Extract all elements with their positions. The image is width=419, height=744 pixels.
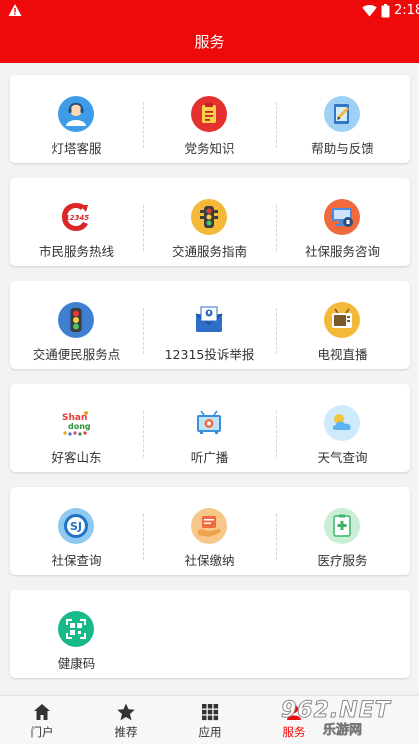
service-label: 12315投诉举报 <box>164 347 255 362</box>
service-label: 党务知识 <box>184 141 235 156</box>
tab-apps[interactable]: 应用 <box>168 696 252 744</box>
party-knowledge-icon <box>191 96 227 132</box>
divider <box>276 411 277 457</box>
watermark-subtext: 乐游网 <box>323 723 363 739</box>
divider <box>276 514 277 560</box>
service-label: 帮助与反馈 <box>311 141 374 156</box>
service-label: 医疗服务 <box>317 553 368 568</box>
hotline-12345-icon: 12345 <box>58 199 94 235</box>
service-item-listen-radio[interactable]: 听广播 <box>143 384 276 472</box>
watermark-logo: 962.NET 乐游网 <box>281 698 415 742</box>
service-card: Shan dong 好客山东 听广播 天气查询 <box>10 384 410 472</box>
traffic-light-icon <box>191 199 227 235</box>
social-security-query-icon: SJ <box>58 508 94 544</box>
service-item-traffic-service-point[interactable]: 交通便民服务点 <box>10 281 143 369</box>
health-code-icon <box>58 611 94 647</box>
service-item-social-security-query[interactable]: SJ 社保查询 <box>10 487 143 575</box>
divider <box>143 514 144 560</box>
svg-text:12345: 12345 <box>65 214 89 222</box>
grid-icon <box>202 704 219 721</box>
service-card: 灯塔客服 党务知识 帮助与反馈 <box>10 75 410 163</box>
customer-service-icon <box>58 96 94 132</box>
service-item-health-code[interactable]: 健康码 <box>10 590 143 678</box>
watermark-text: 962.NET <box>281 698 391 724</box>
service-item-citizen-hotline[interactable]: 12345 市民服务热线 <box>10 178 143 266</box>
service-label: 社保查询 <box>51 553 102 568</box>
service-label: 社保服务咨询 <box>304 244 380 259</box>
service-card: 交通便民服务点 12315投诉举报 电视直播 <box>10 281 410 369</box>
service-label: 交通服务指南 <box>171 244 247 259</box>
divider <box>143 205 144 251</box>
status-time: 2:18 <box>394 3 419 18</box>
warning-icon <box>8 4 22 16</box>
wifi-icon <box>362 5 377 17</box>
help-feedback-icon <box>324 96 360 132</box>
service-item-social-security-consult[interactable]: 社保服务咨询 <box>276 178 409 266</box>
services-list: 灯塔客服 党务知识 帮助与反馈 12345 市民服务热线 交通服务指南 社保服务… <box>0 63 419 695</box>
complaint-envelope-icon <box>191 302 227 338</box>
radio-icon <box>191 405 227 441</box>
service-item-tv-live[interactable]: 电视直播 <box>276 281 409 369</box>
divider <box>143 411 144 457</box>
service-item-hospitable-shandong[interactable]: Shan dong 好客山东 <box>10 384 143 472</box>
service-label: 健康码 <box>57 656 96 671</box>
weather-icon <box>324 405 360 441</box>
service-label: 听广播 <box>190 450 229 465</box>
divider <box>276 205 277 251</box>
service-label: 灯塔客服 <box>51 141 102 156</box>
divider <box>276 308 277 354</box>
medical-service-icon <box>324 508 360 544</box>
service-item-weather[interactable]: 天气查询 <box>276 384 409 472</box>
social-security-pay-icon <box>191 508 227 544</box>
service-card: SJ 社保查询 社保缴纳 医疗服务 <box>10 487 410 575</box>
tv-live-icon <box>324 302 360 338</box>
tab-label: 应用 <box>198 725 222 739</box>
star-icon <box>117 703 135 721</box>
service-label: 天气查询 <box>317 450 368 465</box>
battery-icon <box>381 4 390 18</box>
service-item-social-security-pay[interactable]: 社保缴纳 <box>143 487 276 575</box>
tab-recommend[interactable]: 推荐 <box>84 696 168 744</box>
service-item-lighthouse-customer-service[interactable]: 灯塔客服 <box>10 75 143 163</box>
home-icon <box>34 704 50 720</box>
service-label: 交通便民服务点 <box>32 347 121 362</box>
service-label: 社保缴纳 <box>184 553 235 568</box>
tab-label: 门户 <box>30 725 54 739</box>
divider <box>143 308 144 354</box>
service-item-help-feedback[interactable]: 帮助与反馈 <box>276 75 409 163</box>
service-item-party-knowledge[interactable]: 党务知识 <box>143 75 276 163</box>
service-label: 好客山东 <box>51 450 102 465</box>
status-bar: 2:18 <box>0 0 419 22</box>
svg-text:dong: dong <box>68 422 91 431</box>
service-label: 电视直播 <box>317 347 368 362</box>
tab-portal[interactable]: 门户 <box>0 696 84 744</box>
social-security-consult-icon <box>324 199 360 235</box>
service-label: 市民服务热线 <box>38 244 114 259</box>
svg-text:SJ: SJ <box>70 520 82 533</box>
service-item-12315-complaint[interactable]: 12315投诉举报 <box>143 281 276 369</box>
divider <box>276 102 277 148</box>
service-card: 健康码 <box>10 590 410 678</box>
service-card: 12345 市民服务热线 交通服务指南 社保服务咨询 <box>10 178 410 266</box>
page-title: 服务 <box>194 33 225 51</box>
tab-label: 推荐 <box>114 725 138 739</box>
service-item-traffic-guide[interactable]: 交通服务指南 <box>143 178 276 266</box>
divider <box>143 102 144 148</box>
hospitable-shandong-logo: Shan dong <box>58 405 94 441</box>
app-bar: 服务 <box>0 22 419 63</box>
traffic-service-point-icon <box>58 302 94 338</box>
service-item-medical-service[interactable]: 医疗服务 <box>276 487 409 575</box>
